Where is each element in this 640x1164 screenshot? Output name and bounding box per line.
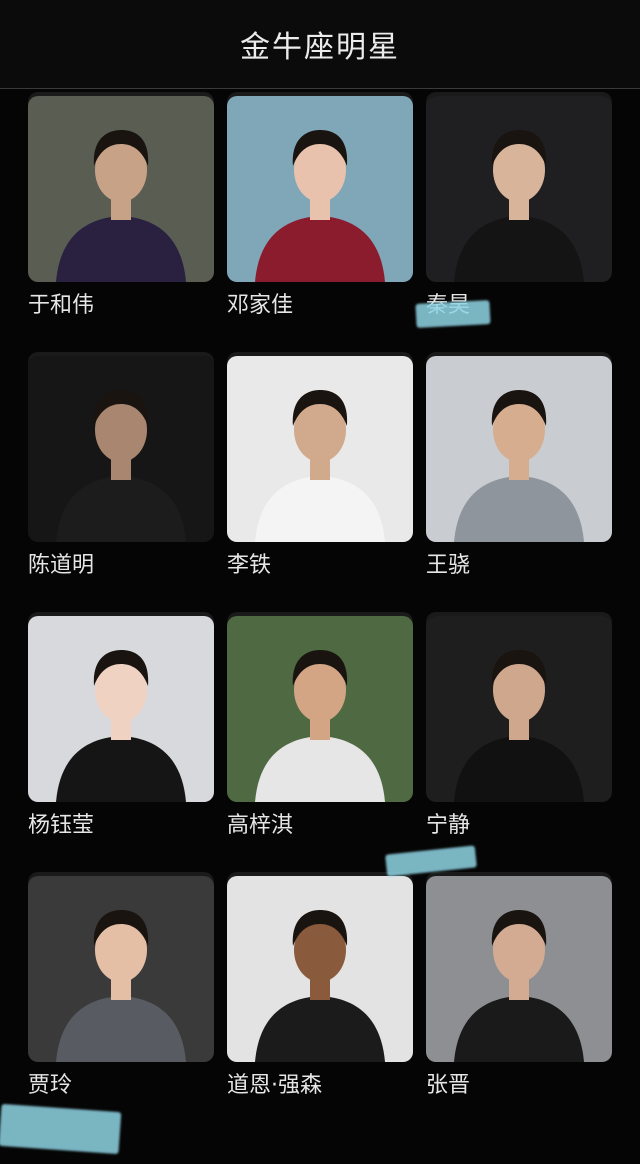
star-card[interactable]: 于和伟 xyxy=(28,96,214,336)
star-name: 贾玲 xyxy=(28,1073,73,1098)
star-card[interactable]: 宁静 xyxy=(426,616,612,856)
man-in-grey-blazer-portrait-icon xyxy=(426,356,612,542)
woman-in-sweater-portrait-icon xyxy=(28,876,214,1062)
woman-in-black-suit-portrait-icon xyxy=(28,616,214,802)
man-in-black-portrait-icon xyxy=(28,356,214,542)
star-name: 杨钰莹 xyxy=(28,813,95,838)
star-card[interactable]: 秦昊 xyxy=(426,96,612,336)
woman-in-red-dress-portrait-icon xyxy=(227,96,413,282)
star-card[interactable]: 高梓淇 xyxy=(227,616,413,856)
man-in-black-tee-portrait-icon xyxy=(227,876,413,1062)
star-name: 宁静 xyxy=(426,813,471,838)
star-card[interactable]: 杨钰莹 xyxy=(28,616,214,856)
star-name: 张晋 xyxy=(426,1073,471,1098)
man-close-up-portrait-icon xyxy=(227,616,413,802)
man-in-leather-jacket-portrait-icon xyxy=(426,96,612,282)
woman-close-up-portrait-icon xyxy=(426,616,612,802)
star-name: 道恩·强森 xyxy=(227,1073,322,1098)
man-in-dark-suit-portrait-icon xyxy=(426,876,612,1062)
app-header: 金牛座明星 xyxy=(0,0,640,89)
star-card[interactable]: 陈道明 xyxy=(28,356,214,596)
star-card[interactable]: 王骁 xyxy=(426,356,612,596)
smudge-mark xyxy=(0,1103,122,1155)
star-name: 王骁 xyxy=(426,553,471,578)
star-name: 高梓淇 xyxy=(227,813,294,838)
star-name: 李铁 xyxy=(227,553,272,578)
star-card[interactable]: 张晋 xyxy=(426,876,612,1116)
star-card[interactable]: 邓家佳 xyxy=(227,96,413,336)
page-title: 金牛座明星 xyxy=(240,30,400,65)
star-card[interactable]: 道恩·强森 xyxy=(227,876,413,1116)
smudge-mark xyxy=(415,300,491,328)
star-grid: 于和伟 邓家佳 秦昊 陈道明 李铁 王骁 杨钰莹 高梓淇 宁静 贾玲 道恩·强森 xyxy=(0,88,640,1164)
star-card[interactable]: 贾玲 xyxy=(28,876,214,1116)
star-name: 陈道明 xyxy=(28,553,95,578)
man-in-white-jersey-portrait-icon xyxy=(227,356,413,542)
star-name: 于和伟 xyxy=(28,293,95,318)
man-in-suit-portrait-icon xyxy=(28,96,214,282)
star-name: 邓家佳 xyxy=(227,293,294,318)
star-card[interactable]: 李铁 xyxy=(227,356,413,596)
